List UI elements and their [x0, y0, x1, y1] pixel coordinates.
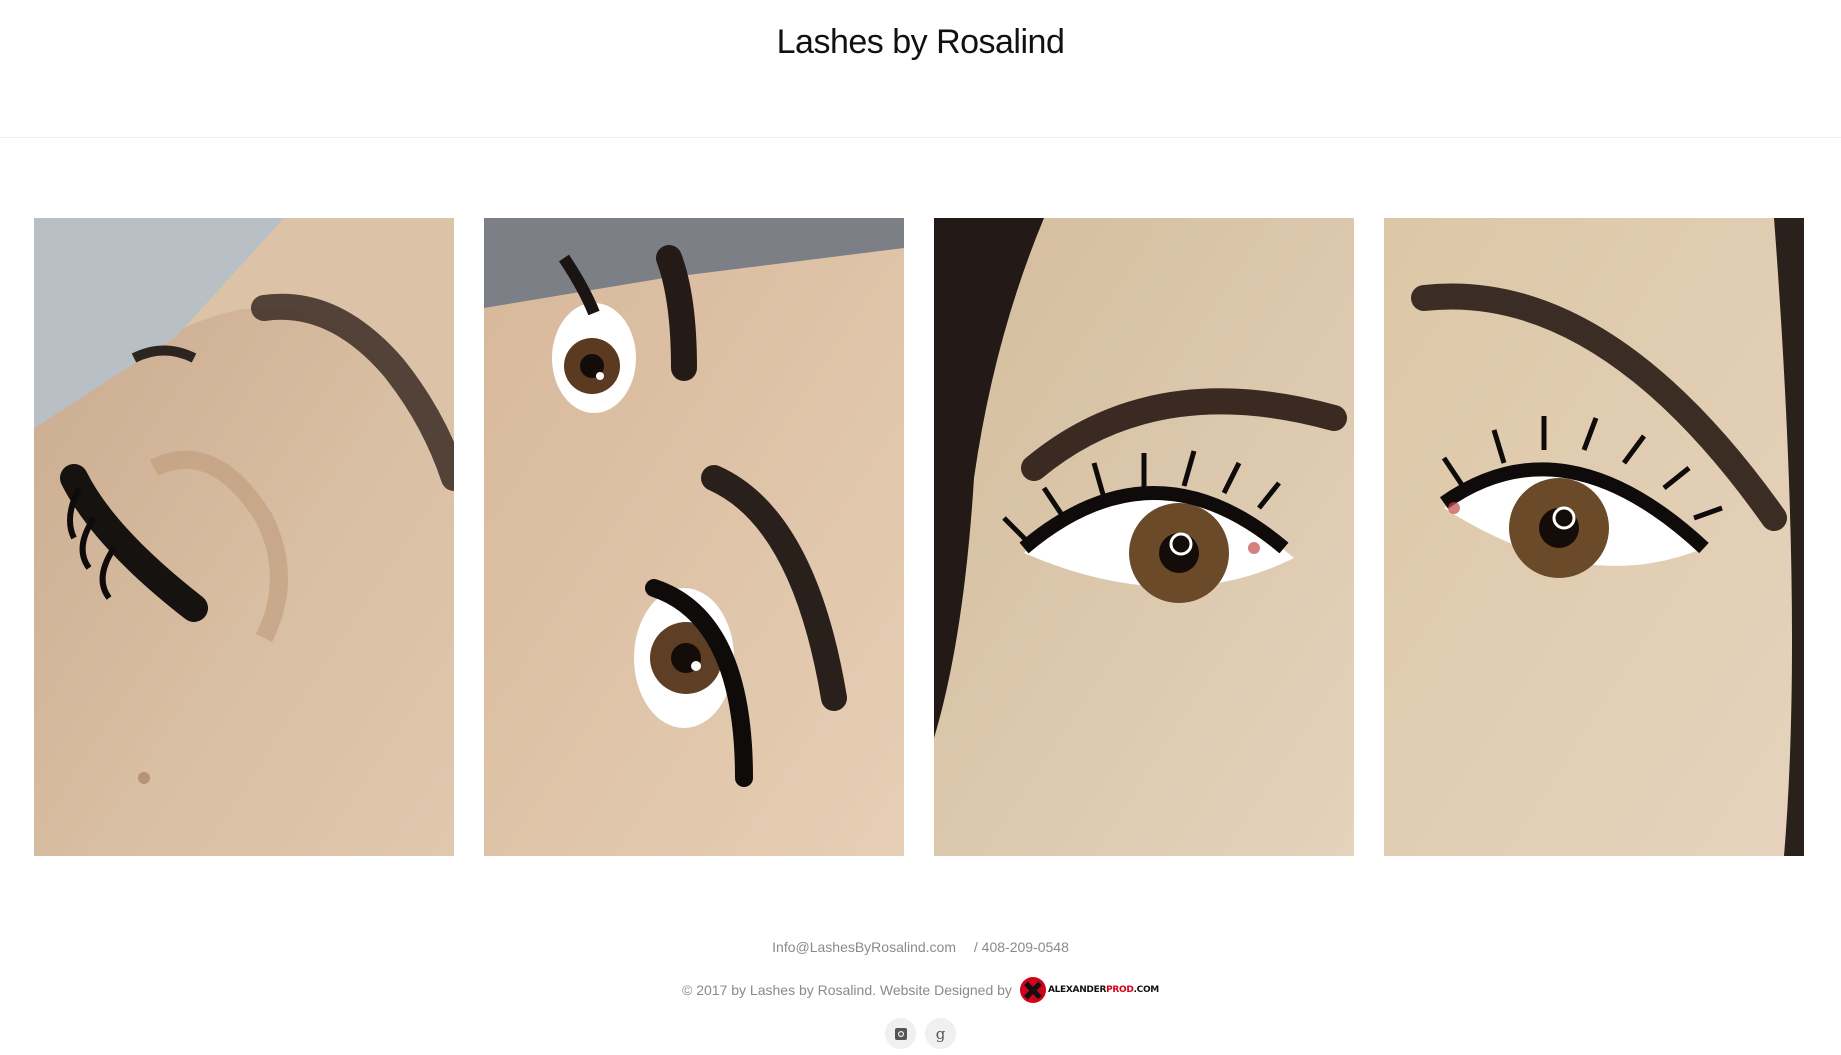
- gallery-photo-4[interactable]: [1384, 218, 1804, 856]
- phone-separator: /: [973, 939, 978, 955]
- site-header: Lashes by Rosalind: [0, 0, 1841, 138]
- site-title[interactable]: Lashes by Rosalind: [0, 23, 1841, 62]
- instagram-icon[interactable]: [885, 1018, 916, 1049]
- email-link[interactable]: Info@LashesByRosalind.com: [772, 939, 956, 955]
- page: Lashes by Rosalind Info@LashesByRosalind…: [0, 0, 1841, 1055]
- social-icons: g: [0, 1018, 1841, 1049]
- photo-gallery: [34, 218, 1804, 856]
- gallery-photo-1[interactable]: [34, 218, 454, 856]
- google-plus-icon[interactable]: g: [925, 1018, 956, 1049]
- alexanderprod-logo-icon: [1019, 977, 1046, 1003]
- gallery-photo-2[interactable]: [484, 218, 904, 856]
- gallery-photo-3[interactable]: [934, 218, 1354, 856]
- phone-number: 408-209-0548: [981, 939, 1069, 955]
- copyright-line: © 2017 by Lashes by Rosalind. Website De…: [0, 977, 1841, 1003]
- copyright-text: © 2017 by Lashes by Rosalind. Website De…: [682, 982, 1012, 998]
- contact-info: Info@LashesByRosalind.com / 408-209-0548: [0, 939, 1841, 955]
- designer-logo-text: ALEXANDERPROD.COM: [1047, 985, 1159, 995]
- designer-logo-link[interactable]: ALEXANDERPROD.COM: [1019, 977, 1159, 1003]
